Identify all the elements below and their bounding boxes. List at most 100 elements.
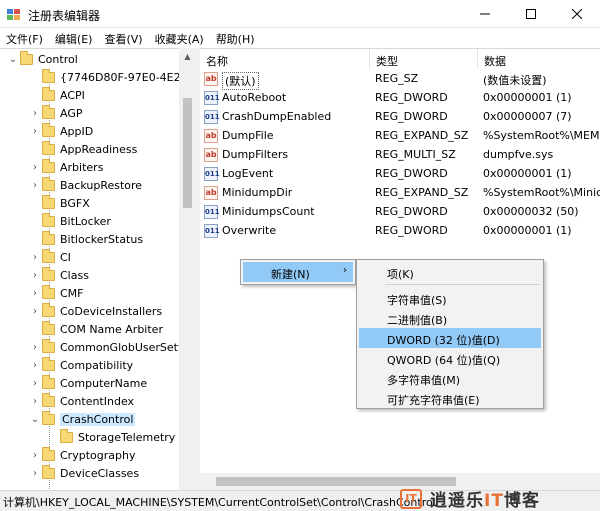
tree-item[interactable]: › CMF (28, 284, 84, 302)
scroll-thumb[interactable] (216, 477, 456, 486)
menu-item-string-value[interactable]: 字符串值(S) (359, 288, 541, 308)
table-row[interactable]: ab (默认) REG_SZ (数值未设置) (200, 70, 600, 90)
value-name: MinidumpDir (222, 186, 293, 199)
tree-item[interactable]: BGFX (28, 194, 90, 212)
chevron-right-icon[interactable]: › (28, 288, 42, 299)
tree-item[interactable]: › CommonGlobUserSett (28, 338, 182, 356)
column-header-name[interactable]: 名称 (200, 49, 370, 69)
tree-item[interactable]: › Compatibility (28, 356, 133, 374)
chevron-right-icon[interactable]: › (28, 162, 42, 173)
chevron-down-icon[interactable]: ⌄ (28, 414, 42, 425)
tree-item-label: Arbiters (60, 160, 104, 174)
table-row[interactable]: ab MinidumpDir REG_EXPAND_SZ %SystemRoot… (200, 184, 600, 203)
folder-icon (42, 248, 55, 263)
chevron-right-icon[interactable]: › (28, 252, 42, 263)
tree-item[interactable]: {7746D80F-97E0-4E26- (28, 68, 192, 86)
value-name: (默认) (222, 72, 259, 90)
tree-item[interactable]: › Arbiters (28, 158, 103, 176)
table-row[interactable]: 011 LogEvent REG_DWORD 0x00000001 (1) (200, 165, 600, 184)
menu-item-dword-value[interactable]: DWORD (32 位)值(D) (359, 328, 541, 348)
tree-item[interactable]: ACPI (28, 86, 85, 104)
tree-item[interactable]: › DeviceClasses (28, 464, 139, 482)
tree-item[interactable]: › Class (28, 266, 89, 284)
chevron-right-icon[interactable]: › (28, 126, 42, 137)
tree-item[interactable]: › AppID (28, 122, 93, 140)
tree-item-crashcontrol[interactable]: ⌄ CrashControl (28, 410, 136, 428)
watermark-text: 逍遥乐IT博客 (430, 486, 540, 511)
menu-item-label: 项(K) (387, 268, 414, 281)
tree-item[interactable]: › ComputerName (28, 374, 147, 392)
value-data: 0x00000032 (50) (483, 205, 579, 218)
folder-icon (42, 284, 55, 299)
menu-item-label: 字符串值(S) (387, 294, 447, 307)
chevron-right-icon[interactable]: › (28, 450, 42, 461)
table-row[interactable]: ab DumpFilters REG_MULTI_SZ dumpfve.sys (200, 146, 600, 165)
tree-item-label: StorageTelemetry (78, 430, 176, 444)
tree-item[interactable]: › ContentIndex (28, 392, 134, 410)
maximize-button[interactable] (508, 0, 554, 28)
chevron-right-icon[interactable]: › (28, 378, 42, 389)
chevron-right-icon[interactable]: › (28, 306, 42, 317)
column-header-data[interactable]: 数据 (478, 49, 600, 69)
folder-icon (42, 68, 55, 83)
menu-edit[interactable]: 编辑(E) (49, 28, 99, 47)
menu-item-expandable-string-value[interactable]: 可扩充字符串值(E) (359, 388, 541, 408)
scroll-up-icon[interactable]: ▲ (179, 48, 196, 65)
tree-item[interactable]: AppReadiness (28, 140, 137, 158)
tree-item-label: ContentIndex (60, 394, 135, 408)
menu-help[interactable]: 帮助(H) (210, 28, 261, 47)
tree-item[interactable]: › CI (28, 248, 71, 266)
tree-vertical-scrollbar[interactable]: ▲ (179, 48, 196, 490)
menu-item-new[interactable]: 新建(N) › (243, 262, 353, 282)
value-type: REG_DWORD (375, 167, 448, 180)
value-type: REG_DWORD (375, 91, 448, 104)
chevron-down-icon[interactable]: ⌄ (6, 54, 20, 65)
table-row[interactable]: 011 CrashDumpEnabled REG_DWORD 0x0000000… (200, 108, 600, 127)
tree-item[interactable]: BitlockerStatus (28, 230, 143, 248)
menu-item-multi-string-value[interactable]: 多字符串值(M) (359, 368, 541, 388)
tree-item-label: CI (60, 250, 71, 264)
value-type: REG_MULTI_SZ (375, 148, 456, 161)
chevron-right-icon[interactable]: › (28, 360, 42, 371)
table-row[interactable]: ab DumpFile REG_EXPAND_SZ %SystemRoot%\M… (200, 127, 600, 146)
status-path: 计算机\HKEY_LOCAL_MACHINE\SYSTEM\CurrentCon… (3, 496, 436, 509)
value-name: DumpFile (222, 129, 274, 142)
folder-icon (42, 392, 55, 407)
tree-item[interactable]: COM Name Arbiter (28, 320, 163, 338)
table-row[interactable]: 011 Overwrite REG_DWORD 0x00000001 (1) (200, 222, 600, 241)
menu-favorites[interactable]: 收藏夹(A) (149, 28, 210, 47)
table-row[interactable]: 011 AutoReboot REG_DWORD 0x00000001 (1) (200, 89, 600, 108)
column-header-type[interactable]: 类型 (370, 49, 478, 69)
value-data: (数值未设置) (483, 74, 547, 87)
menu-item-label: 新建(N) (271, 268, 310, 281)
chevron-right-icon[interactable]: › (28, 342, 42, 353)
value-type: REG_DWORD (375, 110, 448, 123)
title-bar: 注册表编辑器 (0, 0, 600, 28)
tree-item[interactable]: › CoDeviceInstallers (28, 302, 162, 320)
menu-item-key[interactable]: 项(K) (359, 262, 541, 282)
chevron-right-icon[interactable]: › (28, 180, 42, 191)
menu-view[interactable]: 查看(V) (98, 28, 148, 47)
table-row[interactable]: 011 MinidumpsCount REG_DWORD 0x00000032 … (200, 203, 600, 222)
tree-item[interactable]: › Cryptography (28, 446, 135, 464)
minimize-button[interactable] (462, 0, 508, 28)
tree-item-label: COM Name Arbiter (60, 322, 163, 336)
menu-file[interactable]: 文件(F) (0, 28, 49, 47)
close-button[interactable] (554, 0, 600, 28)
chevron-right-icon[interactable]: › (28, 468, 42, 479)
tree-item[interactable]: BitLocker (28, 212, 111, 230)
chevron-right-icon[interactable]: › (28, 108, 42, 119)
menu-item-qword-value[interactable]: QWORD (64 位)值(Q) (359, 348, 541, 368)
tree-item[interactable]: › AGP (28, 104, 83, 122)
menu-item-binary-value[interactable]: 二进制值(B) (359, 308, 541, 328)
scroll-thumb[interactable] (183, 98, 192, 208)
binary-value-icon: 011 (204, 91, 220, 105)
chevron-right-icon[interactable]: › (28, 396, 42, 407)
watermark-text-c: 博客 (503, 491, 540, 511)
chevron-right-icon[interactable]: › (28, 270, 42, 281)
string-value-icon: ab (204, 148, 218, 162)
menu-separator (385, 284, 539, 285)
tree-item-control[interactable]: ⌄ Control (6, 50, 78, 68)
tree-item[interactable]: › BackupRestore (28, 176, 142, 194)
tree-item[interactable]: StorageTelemetry (46, 428, 175, 446)
